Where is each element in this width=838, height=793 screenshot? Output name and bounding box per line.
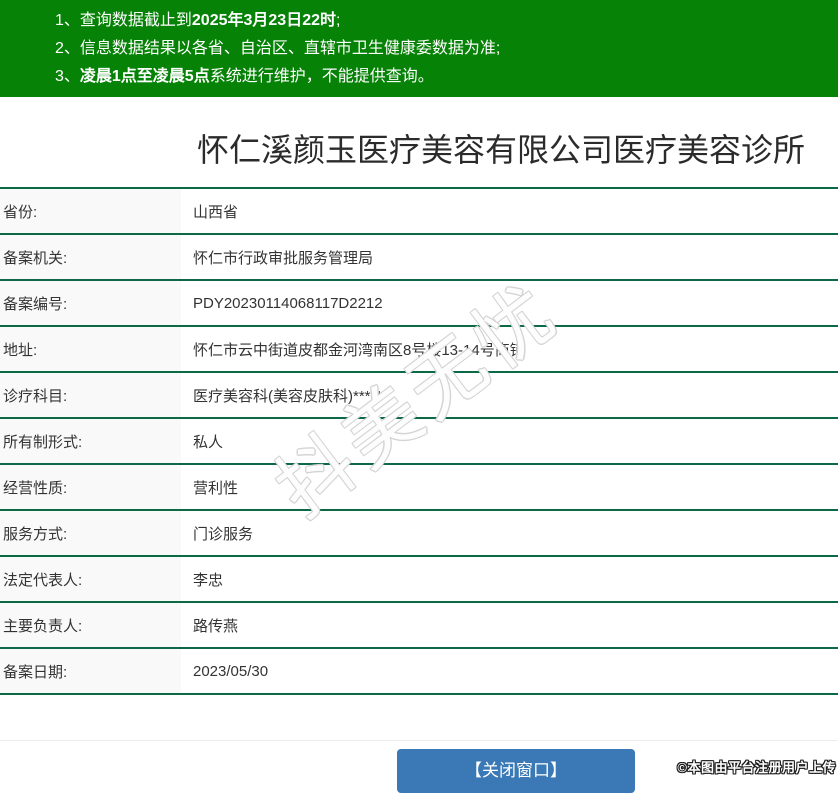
table-row: 所有制形式: 私人: [0, 419, 838, 465]
row-label: 诊疗科目:: [0, 373, 181, 417]
notice-text: 1、查询数据截止到: [55, 12, 192, 29]
notice-bold-text: 凌晨1点至凌晨5点: [79, 68, 210, 85]
page-title: 怀仁溪颜玉医疗美容有限公司医疗美容诊所: [197, 132, 806, 168]
row-value: 路传燕: [193, 617, 239, 635]
table-row: 省份: 山西省: [0, 189, 838, 235]
notice-line: 3、凌晨1点至凌晨5点系统进行维护，不能提供查询。: [55, 63, 828, 91]
row-value: 医疗美容科(美容皮肤科)******: [193, 387, 389, 405]
row-value: 山西省: [193, 203, 239, 221]
row-value: PDY20230114068117D2212: [193, 294, 383, 312]
table-row: 备案机关: 怀仁市行政审批服务管理局: [0, 235, 838, 281]
table-row: 备案编号: PDY20230114068117D2212: [0, 281, 838, 327]
row-label: 主要负责人:: [0, 603, 181, 647]
row-value: 怀仁市云中街道皮都金河湾南区8号楼13-14号商铺: [193, 341, 525, 359]
table-row: 地址: 怀仁市云中街道皮都金河湾南区8号楼13-14号商铺: [0, 327, 838, 373]
notice-text: ;: [336, 12, 341, 29]
row-value: 2023/05/30: [193, 662, 269, 680]
notice-bold-text: 2025年3月23日22时: [191, 12, 336, 29]
notice-bar: 1、查询数据截止到2025年3月23日22时; 2、信息数据结果以各省、自治区、直…: [0, 0, 838, 97]
row-label: 备案机关:: [0, 235, 181, 279]
row-value: 营利性: [193, 479, 239, 497]
notice-line: 2、信息数据结果以各省、自治区、直辖市卫生健康委数据为准;: [55, 35, 828, 63]
table-row: 主要负责人: 路传燕: [0, 603, 838, 649]
row-value: 私人: [193, 433, 224, 451]
notice-text: 2、信息数据结果以各省、自治区、直辖市卫生健康委数据为准;: [55, 40, 501, 57]
footer-copyright: ©本图由平台注册用户上传: [677, 760, 836, 775]
row-value: 怀仁市行政审批服务管理局: [193, 249, 374, 267]
notice-list: 1、查询数据截止到2025年3月23日22时; 2、信息数据结果以各省、自治区、直…: [55, 7, 828, 91]
row-label: 省份:: [0, 189, 181, 233]
table-row: 诊疗科目: 医疗美容科(美容皮肤科)******: [0, 373, 838, 419]
row-label: 备案编号:: [0, 281, 181, 325]
table-row: 备案日期: 2023/05/30: [0, 649, 838, 695]
row-label: 经营性质:: [0, 465, 181, 509]
table-row: 法定代表人: 李忠: [0, 557, 838, 603]
row-label: 法定代表人:: [0, 557, 181, 601]
info-table: 省份: 山西省 备案机关: 怀仁市行政审批服务管理局 备案编号: PDY202301140…: [0, 187, 838, 695]
notice-text: 系统进行维护，不能提供查询。: [209, 68, 434, 85]
row-label: 服务方式:: [0, 511, 181, 555]
row-value: 李忠: [193, 571, 224, 589]
row-label: 所有制形式:: [0, 419, 181, 463]
table-row: 服务方式: 门诊服务: [0, 511, 838, 557]
notice-text: 3、: [55, 68, 80, 85]
divider: [0, 740, 838, 741]
row-label: 地址:: [0, 327, 181, 371]
table-row: 经营性质: 营利性: [0, 465, 838, 511]
row-value: 门诊服务: [193, 525, 254, 543]
row-label: 备案日期:: [0, 649, 181, 693]
close-window-button[interactable]: 【关闭窗口】: [397, 749, 635, 793]
notice-line: 1、查询数据截止到2025年3月23日22时;: [55, 7, 828, 35]
